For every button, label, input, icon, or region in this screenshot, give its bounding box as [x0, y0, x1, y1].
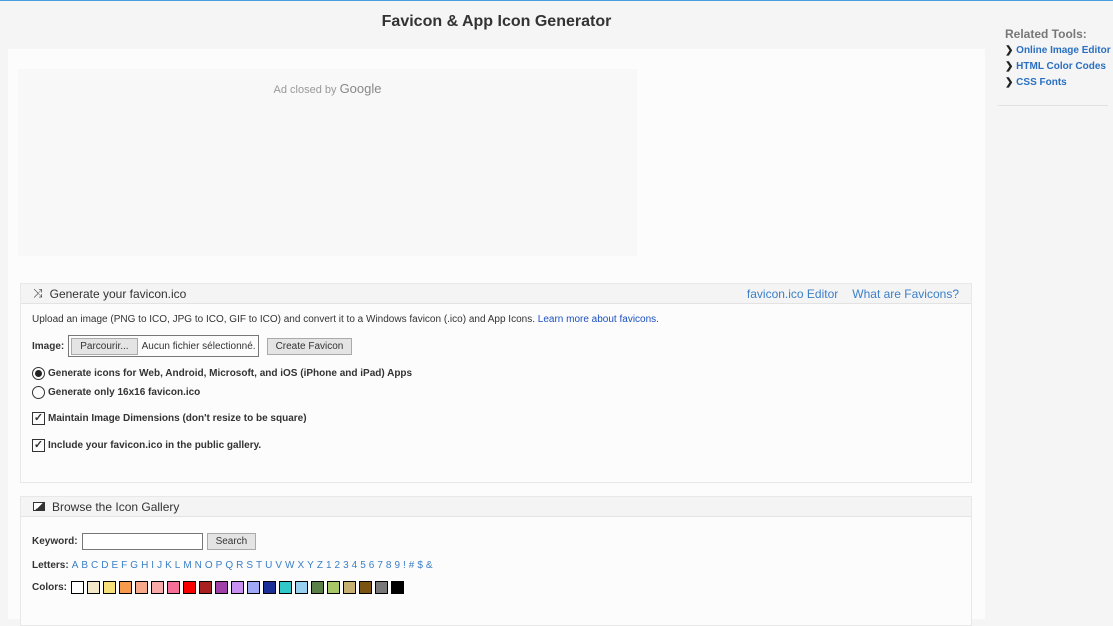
- color-swatch[interactable]: [343, 581, 356, 594]
- color-swatch[interactable]: [327, 581, 340, 594]
- letter-link[interactable]: W: [285, 560, 294, 571]
- ad-text: Ad closed by: [273, 84, 337, 96]
- letter-link[interactable]: $: [417, 560, 423, 571]
- letter-link[interactable]: J: [157, 560, 162, 571]
- letter-link[interactable]: M: [183, 560, 191, 571]
- gallery-panel-title: Browse the Icon Gallery: [52, 499, 180, 514]
- letter-link[interactable]: F: [121, 560, 127, 571]
- letter-link[interactable]: B: [81, 560, 88, 571]
- letter-link[interactable]: Q: [225, 560, 233, 571]
- image-icon: [33, 502, 45, 511]
- related-tools-title: Related Tools:: [1005, 27, 1087, 41]
- letter-link[interactable]: D: [101, 560, 108, 571]
- browse-button[interactable]: Parcourir...: [71, 337, 138, 355]
- letter-link[interactable]: H: [141, 560, 148, 571]
- color-swatch[interactable]: [87, 581, 100, 594]
- color-swatch[interactable]: [263, 581, 276, 594]
- color-swatch[interactable]: [231, 581, 244, 594]
- create-favicon-button[interactable]: Create Favicon: [266, 337, 353, 355]
- color-swatch[interactable]: [311, 581, 324, 594]
- letter-link[interactable]: L: [175, 560, 181, 571]
- letter-link[interactable]: X: [298, 560, 305, 571]
- letter-link[interactable]: U: [265, 560, 272, 571]
- letter-link[interactable]: 7: [377, 560, 383, 571]
- color-swatch[interactable]: [71, 581, 84, 594]
- letter-link[interactable]: Z: [317, 560, 323, 571]
- letter-link[interactable]: &: [426, 560, 433, 571]
- letter-link[interactable]: R: [236, 560, 243, 571]
- letter-link[interactable]: E: [112, 560, 119, 571]
- letter-link[interactable]: T: [256, 560, 262, 571]
- favicon-editor-link[interactable]: favicon.ico Editor: [747, 287, 838, 301]
- color-swatch[interactable]: [375, 581, 388, 594]
- related-tools: Related Tools: Online Image Editor HTML …: [998, 27, 1111, 106]
- file-status: Aucun fichier sélectionné.: [141, 340, 256, 352]
- what-are-favicons-link[interactable]: What are Favicons?: [852, 287, 959, 301]
- page-title: Favicon & App Icon Generator: [381, 13, 612, 30]
- letter-link[interactable]: I: [151, 560, 154, 571]
- radio-16x16-label: Generate only 16x16 favicon.ico: [48, 387, 201, 398]
- letter-link[interactable]: 6: [369, 560, 375, 571]
- color-swatch[interactable]: [119, 581, 132, 594]
- colors-label: Colors:: [32, 582, 67, 593]
- letter-link[interactable]: #: [409, 560, 415, 571]
- color-swatch[interactable]: [279, 581, 292, 594]
- letter-link[interactable]: S: [246, 560, 253, 571]
- public-gallery-label: Include your favicon.ico in the public g…: [48, 440, 262, 451]
- color-swatch[interactable]: [359, 581, 372, 594]
- color-swatch[interactable]: [135, 581, 148, 594]
- letter-link[interactable]: P: [216, 560, 223, 571]
- letter-link[interactable]: C: [91, 560, 98, 571]
- letter-link[interactable]: 3: [343, 560, 349, 571]
- letter-link[interactable]: 5: [360, 560, 366, 571]
- radio-all-icons[interactable]: [32, 367, 45, 380]
- color-swatch[interactable]: [103, 581, 116, 594]
- divider: [998, 105, 1108, 106]
- letter-link[interactable]: V: [275, 560, 282, 571]
- learn-more-link[interactable]: Learn more about favicons.: [538, 314, 659, 325]
- link-online-image-editor[interactable]: Online Image Editor: [1005, 45, 1110, 56]
- letter-link[interactable]: 9: [394, 560, 400, 571]
- letter-link[interactable]: K: [165, 560, 172, 571]
- color-swatch[interactable]: [183, 581, 196, 594]
- letter-link[interactable]: 1: [326, 560, 332, 571]
- maintain-dimensions-checkbox[interactable]: ✓: [32, 412, 45, 425]
- color-swatch[interactable]: [215, 581, 228, 594]
- search-button[interactable]: Search: [206, 533, 257, 550]
- letter-link[interactable]: Y: [307, 560, 314, 571]
- radio-16x16[interactable]: [32, 386, 45, 399]
- color-swatch[interactable]: [295, 581, 308, 594]
- color-swatch[interactable]: [247, 581, 260, 594]
- color-swatch[interactable]: [151, 581, 164, 594]
- keyword-input[interactable]: [81, 533, 203, 550]
- shuffle-icon: ⤨: [33, 286, 43, 300]
- public-gallery-checkbox[interactable]: ✓: [32, 439, 45, 452]
- ad-placeholder: Ad closed by Google: [18, 69, 637, 256]
- keyword-label: Keyword:: [32, 536, 78, 547]
- letter-link[interactable]: A: [72, 560, 79, 571]
- color-swatch[interactable]: [199, 581, 212, 594]
- letter-link[interactable]: 2: [335, 560, 341, 571]
- letter-link[interactable]: 4: [352, 560, 358, 571]
- letter-link[interactable]: G: [130, 560, 138, 571]
- letter-link[interactable]: N: [195, 560, 202, 571]
- letter-link[interactable]: !: [403, 560, 406, 571]
- main-content: Ad closed by Google ⤨ Generate your favi…: [8, 49, 985, 626]
- link-css-fonts[interactable]: CSS Fonts: [1005, 77, 1111, 88]
- generate-panel: ⤨ Generate your favicon.ico favicon.ico …: [20, 283, 972, 483]
- color-swatch[interactable]: [167, 581, 180, 594]
- image-label: Image:: [32, 340, 65, 352]
- letters-label: Letters:: [32, 560, 69, 571]
- letter-link[interactable]: O: [205, 560, 213, 571]
- maintain-dimensions-label: Maintain Image Dimensions (don't resize …: [48, 413, 307, 424]
- radio-all-icons-label: Generate icons for Web, Android, Microso…: [48, 368, 413, 379]
- letter-link[interactable]: 8: [386, 560, 392, 571]
- generate-panel-title: Generate your favicon.ico: [49, 286, 187, 301]
- generate-description: Upload an image (PNG to ICO, JPG to ICO,…: [32, 314, 535, 325]
- google-logo: Google: [339, 81, 382, 96]
- color-swatch[interactable]: [391, 581, 404, 594]
- file-input[interactable]: Parcourir... Aucun fichier sélectionné.: [68, 335, 259, 357]
- link-html-color-codes[interactable]: HTML Color Codes: [1005, 61, 1111, 72]
